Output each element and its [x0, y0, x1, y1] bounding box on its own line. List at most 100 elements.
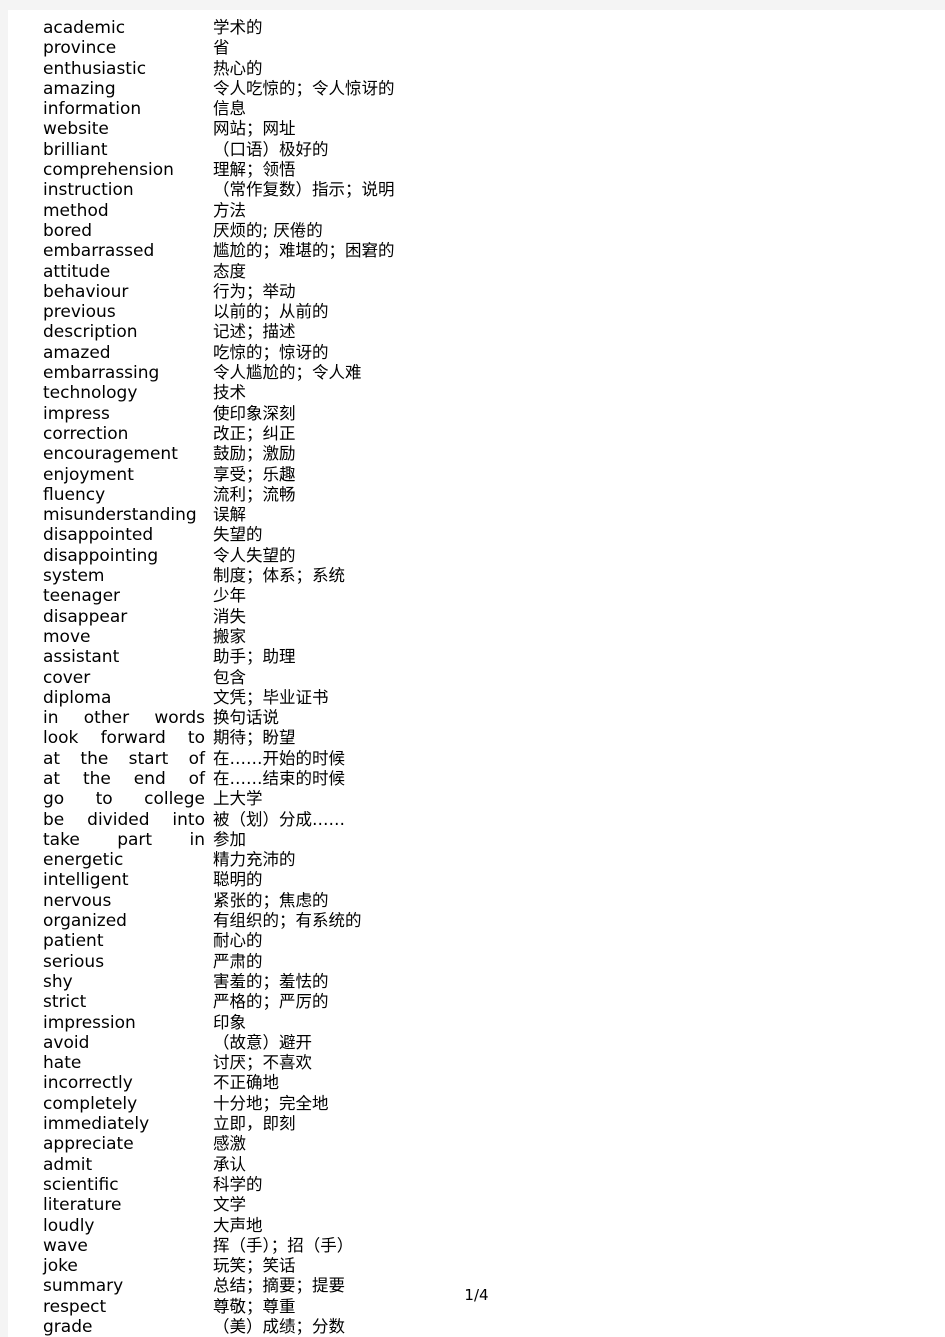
vocabulary-term-chinese: 吃惊的；惊讶的 [213, 342, 329, 362]
vocabulary-table-body: academic 学术的 province 省 enthusiastic 热心的 amazi… [43, 18, 903, 1337]
vocabulary-row: energetic 精力充沛的 [43, 850, 903, 870]
vocabulary-term-chinese: （美）成绩；分数 [213, 1317, 345, 1336]
vocabulary-term-chinese: 省 [213, 38, 230, 58]
vocabulary-row: enjoyment 享受；乐趣 [43, 465, 903, 485]
vocabulary-term-chinese: 尴尬的；难堪的；困窘的 [213, 241, 395, 261]
vocabulary-row: hate 讨厌；不喜欢 [43, 1053, 903, 1073]
vocabulary-table: academic 学术的 province 省 enthusiastic 热心的 amazi… [43, 18, 903, 1337]
vocabulary-term-chinese: 包含 [213, 667, 246, 687]
vocabulary-term-english: cover [43, 667, 91, 688]
vocabulary-row: description 记述；描述 [43, 322, 903, 342]
vocabulary-term-chinese: 挥（手）；招（手） [213, 1235, 354, 1255]
vocabulary-term-english: look forward to [43, 728, 205, 749]
vocabulary-row: literature 文学 [43, 1195, 903, 1215]
vocabulary-term-english: technology [43, 383, 138, 404]
vocabulary-term-chinese: 享受；乐趣 [213, 464, 296, 484]
vocabulary-row: incorrectly 不正确地 [43, 1073, 903, 1093]
vocabulary-term-english: appreciate [43, 1134, 134, 1155]
vocabulary-row: take part in 参加 [43, 830, 903, 850]
vocabulary-term-chinese: 玩笑；笑话 [213, 1256, 296, 1276]
vocabulary-term-chinese: （故意）避开 [213, 1032, 312, 1052]
vocabulary-row: disappointed 失望的 [43, 525, 903, 545]
vocabulary-row: comprehension 理解；领悟 [43, 160, 903, 180]
vocabulary-term-chinese: 不正确地 [213, 1073, 279, 1093]
vocabulary-row: at the end of 在……结束的时候 [43, 769, 903, 789]
vocabulary-row: amazing 令人吃惊的；令人惊讶的 [43, 79, 903, 99]
vocabulary-row: amazed 吃惊的；惊讶的 [43, 343, 903, 363]
vocabulary-term-chinese: 学术的 [213, 18, 263, 37]
vocabulary-term-chinese: 改正；纠正 [213, 423, 296, 443]
vocabulary-row: fluency 流利；流畅 [43, 485, 903, 505]
vocabulary-term-chinese: 使印象深刻 [213, 403, 296, 423]
vocabulary-term-english: wave [43, 1235, 88, 1256]
vocabulary-term-chinese: 紧张的；焦虑的 [213, 890, 329, 910]
vocabulary-row: technology 技术 [43, 383, 903, 403]
vocabulary-row: website 网站；网址 [43, 119, 903, 139]
vocabulary-term-english: go to college [43, 789, 205, 810]
vocabulary-row: look forward to 期待；盼望 [43, 728, 903, 748]
vocabulary-row: loudly 大声地 [43, 1216, 903, 1236]
vocabulary-row: disappear 消失 [43, 607, 903, 627]
vocabulary-term-english: joke [43, 1256, 78, 1277]
vocabulary-term-chinese: 被（划）分成…… [213, 809, 345, 829]
vocabulary-term-english: diploma [43, 687, 112, 708]
vocabulary-term-chinese: 理解；领悟 [213, 160, 296, 180]
vocabulary-term-english: enjoyment [43, 464, 134, 485]
vocabulary-term-chinese: 换句话说 [213, 708, 279, 728]
vocabulary-term-english: fluency [43, 484, 106, 505]
vocabulary-term-english: brilliant [43, 139, 108, 160]
vocabulary-term-chinese: 令人吃惊的；令人惊讶的 [213, 78, 395, 98]
vocabulary-term-chinese: 承认 [213, 1154, 246, 1174]
vocabulary-row: patient 耐心的 [43, 931, 903, 951]
vocabulary-term-chinese: 网站；网址 [213, 119, 296, 139]
vocabulary-term-english: nervous [43, 890, 112, 911]
vocabulary-term-english: loudly [43, 1215, 95, 1236]
vocabulary-row: method 方法 [43, 201, 903, 221]
vocabulary-term-chinese: 文凭；毕业证书 [213, 687, 329, 707]
vocabulary-term-english: encouragement [43, 444, 178, 465]
vocabulary-row: diploma 文凭；毕业证书 [43, 688, 903, 708]
vocabulary-term-chinese: 记述；描述 [213, 322, 296, 342]
vocabulary-row: strict 严格的；严厉的 [43, 992, 903, 1012]
vocabulary-term-english: academic [43, 18, 126, 38]
vocabulary-term-chinese: 聪明的 [213, 870, 263, 890]
vocabulary-term-chinese: 厌烦的; 厌倦的 [213, 220, 323, 240]
vocabulary-term-english: embarrassed [43, 241, 155, 262]
vocabulary-term-chinese: 制度；体系；系统 [213, 566, 345, 586]
vocabulary-term-chinese: 严肃的 [213, 951, 263, 971]
vocabulary-term-english: bored [43, 220, 93, 241]
vocabulary-row: avoid （故意）避开 [43, 1033, 903, 1053]
vocabulary-term-chinese: 讨厌；不喜欢 [213, 1053, 312, 1073]
vocabulary-term-english: description [43, 322, 138, 343]
vocabulary-term-chinese: 技术 [213, 383, 246, 403]
vocabulary-row: bored 厌烦的; 厌倦的 [43, 221, 903, 241]
vocabulary-row: enthusiastic 热心的 [43, 59, 903, 79]
vocabulary-term-chinese: 在……结束的时候 [213, 768, 345, 788]
vocabulary-row: at the start of 在……开始的时候 [43, 749, 903, 769]
vocabulary-row: wave 挥（手）；招（手） [43, 1236, 903, 1256]
vocabulary-row: cover 包含 [43, 668, 903, 688]
vocabulary-term-chinese: 参加 [213, 829, 246, 849]
vocabulary-term-english: attitude [43, 261, 111, 282]
vocabulary-row: assistant 助手；助理 [43, 647, 903, 667]
vocabulary-term-english: instruction [43, 180, 134, 201]
vocabulary-term-chinese: 上大学 [213, 789, 263, 809]
vocabulary-term-english: in other words [43, 708, 205, 729]
vocabulary-term-chinese: 方法 [213, 200, 246, 220]
vocabulary-term-chinese: 期待；盼望 [213, 728, 296, 748]
vocabulary-term-english: serious [43, 951, 105, 972]
vocabulary-term-chinese: （口语）极好的 [213, 139, 329, 159]
vocabulary-term-chinese: 误解 [213, 505, 246, 525]
vocabulary-term-english: enthusiastic [43, 58, 147, 79]
vocabulary-term-english: disappointing [43, 545, 159, 566]
vocabulary-row: attitude 态度 [43, 262, 903, 282]
vocabulary-term-english: method [43, 200, 109, 221]
vocabulary-term-english: at the start of [43, 748, 205, 769]
vocabulary-term-chinese: 十分地；完全地 [213, 1093, 329, 1113]
vocabulary-term-english: scientific [43, 1174, 119, 1195]
vocabulary-row: province 省 [43, 38, 903, 58]
vocabulary-term-chinese: 感激 [213, 1134, 246, 1154]
vocabulary-row: academic 学术的 [43, 18, 903, 38]
vocabulary-term-chinese: 令人失望的 [213, 545, 296, 565]
vocabulary-term-english: immediately [43, 1114, 150, 1135]
